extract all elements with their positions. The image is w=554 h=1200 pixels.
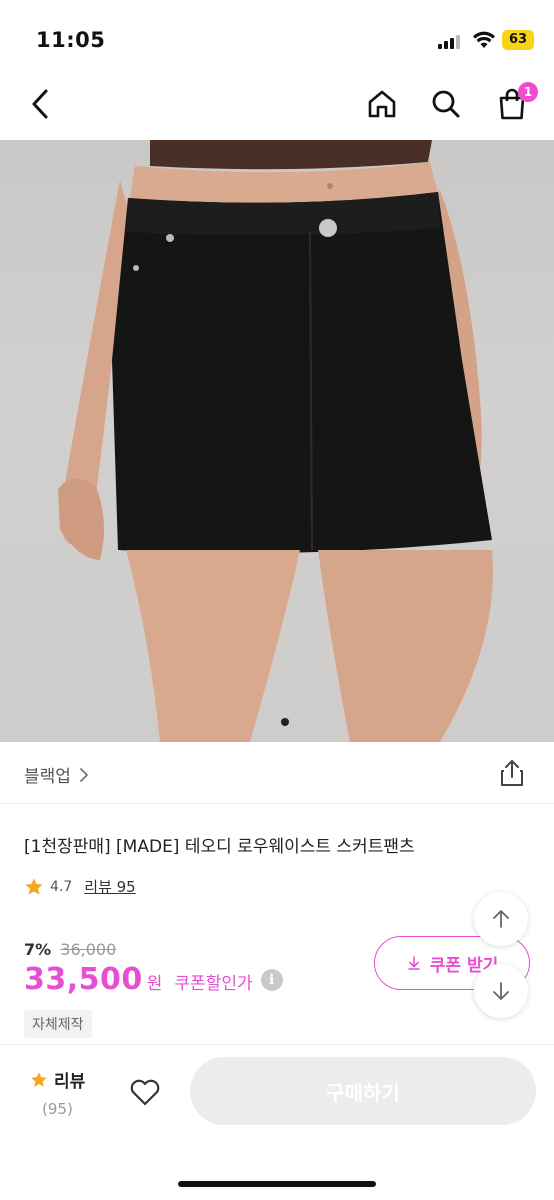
star-icon xyxy=(31,1071,47,1087)
star-icon xyxy=(25,878,43,895)
arrow-down-icon xyxy=(493,982,509,1000)
review-link[interactable]: 리뷰 95 xyxy=(84,876,135,897)
price-row: 33,500 원 쿠폰할인가 i xyxy=(24,962,283,997)
wifi-icon xyxy=(473,31,495,48)
brand-link[interactable]: 블랙업 xyxy=(24,762,89,787)
buy-button[interactable]: 구매하기 xyxy=(190,1057,536,1125)
cart-count-badge: 1 xyxy=(518,82,538,102)
product-image[interactable] xyxy=(0,140,554,742)
home-button[interactable] xyxy=(362,84,402,124)
review-count: (95) xyxy=(42,1100,73,1118)
product-photo xyxy=(58,140,493,742)
rating-value: 4.7 xyxy=(50,878,73,895)
currency-unit: 원 xyxy=(146,974,163,994)
carousel-dot[interactable] xyxy=(281,718,289,726)
discount-rate: 7% xyxy=(24,940,52,959)
status-bar: 11:05 63 xyxy=(0,0,554,70)
cellular-signal-icon xyxy=(438,33,464,49)
review-summary-button[interactable]: 리뷰 (95) xyxy=(30,1067,85,1118)
top-nav-bar: 1 xyxy=(0,70,554,140)
cart-button[interactable]: 1 xyxy=(492,82,538,124)
home-indicator xyxy=(178,1181,376,1187)
status-time: 11:05 xyxy=(36,28,106,52)
original-price: 36,000 xyxy=(60,940,117,959)
sale-price: 33,500 xyxy=(24,962,143,997)
review-label: 리뷰 xyxy=(54,1072,86,1092)
arrow-up-icon xyxy=(493,910,509,928)
download-icon xyxy=(407,956,420,970)
home-icon xyxy=(368,90,396,118)
back-button[interactable] xyxy=(20,84,60,124)
chevron-right-icon xyxy=(80,767,88,782)
share-button[interactable] xyxy=(496,757,528,789)
search-icon xyxy=(432,90,460,118)
chevron-left-icon xyxy=(32,89,48,119)
coupon-price-label: 쿠폰할인가 xyxy=(174,974,253,994)
brand-row: 블랙업 xyxy=(0,742,554,804)
scroll-down-button[interactable] xyxy=(474,964,528,1018)
battery-indicator: 63 xyxy=(502,30,534,50)
search-button[interactable] xyxy=(426,84,466,124)
brand-name: 블랙업 xyxy=(24,767,71,787)
heart-icon xyxy=(130,1079,160,1106)
bottom-action-bar: 리뷰 (95) 구매하기 xyxy=(0,1044,554,1200)
rating-row: 4.7 리뷰 95 xyxy=(24,876,136,897)
share-icon xyxy=(501,760,523,786)
wishlist-button[interactable] xyxy=(128,1075,162,1109)
product-title: [1천장판매] [MADE] 테오디 로우웨이스트 스커트팬츠 xyxy=(24,837,415,857)
product-tag: 자체제작 xyxy=(24,1010,92,1038)
discount-row: 7% 36,000 xyxy=(24,940,116,959)
info-icon[interactable]: i xyxy=(260,968,283,991)
scroll-up-button[interactable] xyxy=(474,892,528,946)
